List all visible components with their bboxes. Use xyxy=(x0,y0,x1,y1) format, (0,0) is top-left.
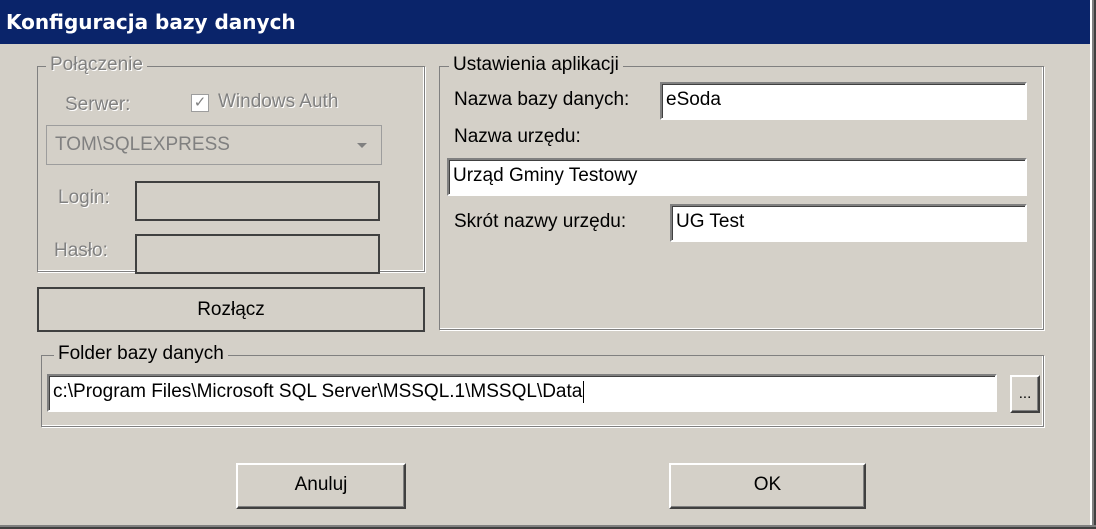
checkmark-icon: ✓ xyxy=(193,94,207,111)
server-select-value: TOM\SQLEXPRESS xyxy=(55,134,230,155)
db-name-label: Nazwa bazy danych: xyxy=(454,89,630,110)
config-dialog: Konfiguracja bazy danych Połączenie Serw… xyxy=(0,0,1090,525)
office-name-field[interactable]: Urząd Gminy Testowy xyxy=(447,158,1027,196)
app-settings-group-legend: Ustawienia aplikacji xyxy=(449,53,623,77)
db-name-field[interactable]: eSoda xyxy=(660,82,1027,120)
login-field[interactable] xyxy=(135,181,380,221)
db-folder-group-legend: Folder bazy danych xyxy=(54,342,228,366)
window-right-border xyxy=(1090,0,1096,529)
office-short-label: Skrót nazwy urzędu: xyxy=(454,211,627,232)
cancel-button[interactable]: Anuluj xyxy=(236,463,406,509)
password-label: Hasło: xyxy=(54,240,108,261)
windows-auth-label: Windows Auth xyxy=(218,91,339,112)
text-caret xyxy=(583,380,585,403)
password-field[interactable] xyxy=(135,234,380,274)
disconnect-button[interactable]: Rozłącz xyxy=(37,287,425,332)
windows-auth-checkbox[interactable]: ✓ xyxy=(191,94,209,112)
dialog-title: Konfiguracja bazy danych xyxy=(0,0,1090,44)
window-bottom-border xyxy=(0,525,1096,529)
server-select[interactable]: TOM\SQLEXPRESS xyxy=(46,125,382,165)
db-folder-path-field[interactable]: c:\Program Files\Microsoft SQL Server\MS… xyxy=(47,374,997,412)
connection-group-legend: Połączenie xyxy=(46,53,147,77)
office-short-value: UG Test xyxy=(676,211,745,232)
server-label: Serwer: xyxy=(65,94,131,115)
office-name-value: Urząd Gminy Testowy xyxy=(453,165,638,186)
office-name-label: Nazwa urzędu: xyxy=(454,126,581,147)
db-folder-path-value: c:\Program Files\Microsoft SQL Server\MS… xyxy=(53,381,583,402)
login-label: Login: xyxy=(58,187,110,208)
ok-button[interactable]: OK xyxy=(669,463,866,509)
db-name-value: eSoda xyxy=(666,89,721,110)
chevron-down-icon[interactable] xyxy=(357,143,367,148)
office-short-field[interactable]: UG Test xyxy=(670,204,1027,242)
browse-folder-button[interactable]: ... xyxy=(1010,375,1040,413)
